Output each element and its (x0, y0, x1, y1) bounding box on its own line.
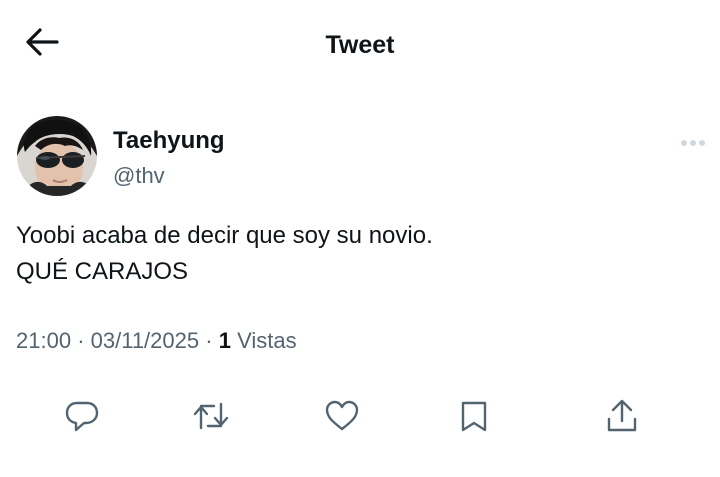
bookmark-button[interactable] (454, 398, 494, 438)
tweet-text: Yoobi acaba de decir que soy su novio. Q… (16, 218, 706, 290)
heart-icon (325, 400, 359, 437)
more-dots-icon (680, 134, 706, 152)
bookmark-icon (459, 399, 489, 438)
reply-button[interactable] (62, 398, 102, 438)
like-button[interactable] (322, 398, 362, 438)
share-button[interactable] (602, 398, 642, 438)
views-label[interactable]: Vistas (237, 328, 297, 353)
top-bar: Tweet (0, 0, 720, 90)
retweet-icon (192, 400, 230, 437)
more-options-button[interactable] (676, 134, 710, 152)
share-icon (605, 398, 639, 439)
tweet-meta: 21:00 · 03/11/2025 · 1 Vistas (16, 326, 297, 356)
tweet-line: QUÉ CARAJOS (16, 258, 189, 285)
meta-separator: · (205, 328, 213, 353)
avatar[interactable] (17, 116, 97, 196)
tweet-date[interactable]: 03/11/2025 (91, 328, 199, 353)
page-title: Tweet (325, 31, 395, 59)
username-handle[interactable]: @thv (113, 162, 165, 190)
tweet-time[interactable]: 21:00 (16, 328, 71, 353)
reply-icon (65, 399, 99, 438)
meta-separator: · (77, 328, 85, 353)
tweet-line: Yoobi acaba de decir que soy su novio. (16, 222, 433, 249)
display-name[interactable]: Taehyung (113, 126, 225, 156)
retweet-button[interactable] (191, 398, 231, 438)
views-count[interactable]: 1 (219, 328, 231, 353)
